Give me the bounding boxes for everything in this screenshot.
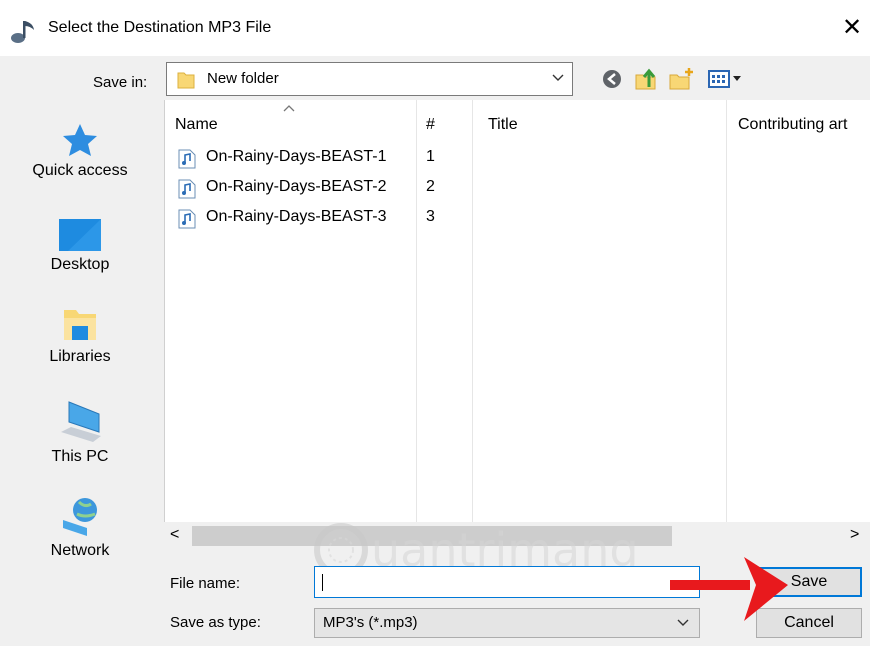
column-header-contributing-artist[interactable]: Contributing art	[738, 116, 870, 134]
track-number: 2	[426, 178, 435, 195]
file-name-label: File name:	[170, 575, 241, 592]
place-label: Libraries	[49, 348, 111, 365]
place-network[interactable]: Network	[5, 496, 155, 560]
save-as-type-dropdown[interactable]: MP3's (*.mp3)	[314, 608, 700, 638]
place-quick-access[interactable]: Quick access	[5, 122, 155, 180]
sort-ascending-icon	[283, 105, 295, 112]
place-label: Desktop	[50, 256, 110, 273]
up-folder-icon[interactable]	[633, 65, 661, 93]
music-file-icon	[178, 149, 196, 169]
column-header-name[interactable]: Name	[175, 116, 218, 134]
save-in-value: New folder	[207, 70, 279, 87]
desktop-icon	[59, 219, 101, 251]
view-menu-icon[interactable]	[706, 65, 750, 93]
file-name: On-Rainy-Days-BEAST-3	[206, 208, 387, 225]
place-libraries[interactable]: Libraries	[5, 306, 155, 366]
music-file-icon	[178, 179, 196, 199]
file-list[interactable]	[164, 100, 870, 546]
computer-icon	[61, 401, 101, 442]
libraries-icon	[64, 310, 96, 340]
save-in-label: Save in:	[93, 74, 148, 91]
back-icon[interactable]	[598, 65, 626, 93]
music-app-icon	[11, 21, 34, 43]
column-divider[interactable]	[726, 100, 727, 546]
file-name: On-Rainy-Days-BEAST-2	[206, 178, 387, 195]
close-icon[interactable]: ✕	[842, 14, 862, 42]
network-icon	[63, 498, 97, 536]
file-name-input[interactable]	[314, 566, 700, 598]
scroll-right-icon[interactable]: >	[850, 526, 859, 544]
places-bar: Quick access Desktop Libraries This PC N…	[0, 100, 160, 570]
place-label: This PC	[51, 448, 109, 465]
text-caret	[322, 574, 323, 591]
star-icon	[63, 124, 97, 156]
column-divider[interactable]	[416, 100, 417, 546]
scroll-left-icon[interactable]: <	[170, 526, 179, 544]
chevron-down-icon	[552, 74, 564, 81]
save-as-type-label: Save as type:	[170, 614, 261, 631]
file-name: On-Rainy-Days-BEAST-1	[206, 148, 387, 165]
track-number: 1	[426, 148, 435, 165]
folder-icon	[177, 72, 195, 89]
place-label: Network	[50, 542, 110, 559]
red-arrow-annotation	[670, 557, 788, 621]
save-as-type-value: MP3's (*.mp3)	[323, 614, 418, 631]
column-header-number[interactable]: #	[426, 116, 435, 134]
place-this-pc[interactable]: This PC	[5, 400, 155, 466]
new-folder-icon[interactable]	[668, 65, 696, 93]
place-desktop[interactable]: Desktop	[5, 218, 155, 274]
track-number: 3	[426, 208, 435, 225]
window-title: Select the Destination MP3 File	[48, 19, 272, 36]
save-in-dropdown[interactable]: New folder	[166, 62, 573, 96]
column-divider[interactable]	[472, 100, 473, 546]
column-header-title[interactable]: Title	[488, 116, 518, 134]
music-file-icon	[178, 209, 196, 229]
place-label: Quick access	[32, 162, 128, 179]
